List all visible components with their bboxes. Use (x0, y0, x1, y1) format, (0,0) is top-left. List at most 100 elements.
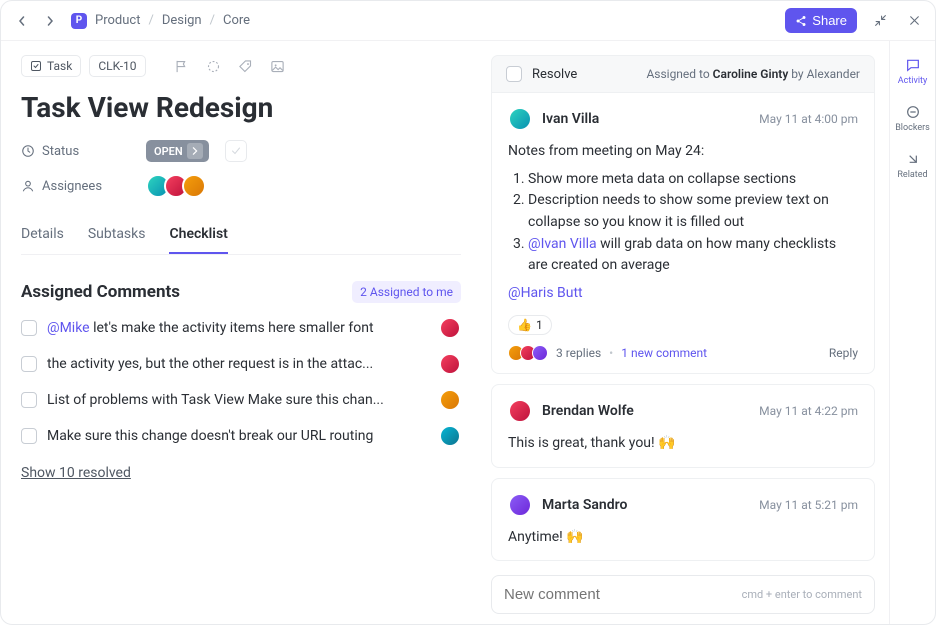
tab-details[interactable]: Details (21, 216, 64, 254)
status-label: Status (21, 144, 136, 159)
activity-panel: Resolve Assigned to Caroline Ginty by Al… (481, 41, 889, 624)
assigned-comments-header: Assigned Comments 2 Assigned to me (21, 281, 461, 303)
comment-time: May 11 at 5:21 pm (759, 498, 858, 512)
comment-body: Anytime! 🙌 (508, 527, 858, 549)
comment-composer[interactable]: cmd + enter to comment (491, 575, 875, 614)
task-type-pill[interactable]: Task (21, 55, 81, 77)
assigned-comment-text: Make sure this change doesn't break our … (47, 428, 435, 444)
avatar[interactable] (508, 107, 532, 131)
minimize-icon[interactable] (869, 10, 891, 32)
comment-author: Brendan Wolfe (542, 403, 634, 419)
checkbox[interactable] (21, 356, 37, 372)
nav-forward-button[interactable] (39, 10, 61, 32)
checkbox[interactable] (21, 428, 37, 444)
status-field: Status OPEN (21, 140, 461, 162)
assigned-comment-row[interactable]: Make sure this change doesn't break our … (21, 425, 461, 447)
assignees-field: Assignees (21, 174, 461, 198)
assigned-comments-title: Assigned Comments (21, 282, 180, 302)
show-resolved-link[interactable]: Show 10 resolved (21, 465, 131, 481)
breadcrumb[interactable]: P Product / Design / Core (71, 13, 250, 29)
related-icon (905, 151, 921, 167)
assigned-comment-text: the activity yes, but the other request … (47, 356, 435, 372)
tab-checklist[interactable]: Checklist (169, 216, 227, 254)
task-title[interactable]: Task View Redesign (21, 91, 461, 124)
avatar[interactable] (439, 389, 461, 411)
flag-icon[interactable] (172, 56, 192, 76)
image-icon[interactable] (268, 56, 288, 76)
comment-time: May 11 at 4:22 pm (759, 404, 858, 418)
avatar[interactable] (182, 174, 206, 198)
tab-subtasks[interactable]: Subtasks (88, 216, 146, 254)
comment-author: Marta Sandro (542, 497, 627, 513)
share-button[interactable]: Share (785, 8, 857, 33)
rail-blockers[interactable]: Blockers (890, 98, 935, 139)
reaction-chip[interactable]: 👍1 (508, 315, 552, 335)
space-icon: P (71, 13, 87, 29)
assigned-comment-text: @Mike let's make the activity items here… (47, 320, 435, 336)
comment-time: May 11 at 4:00 pm (759, 112, 858, 126)
nav-back-button[interactable] (11, 10, 33, 32)
comment-card: Ivan Villa May 11 at 4:00 pm Notes from … (491, 93, 875, 374)
status-icon (21, 144, 35, 158)
replies-bar: 3 replies • 1 new comment Reply (508, 345, 858, 361)
reply-button[interactable]: Reply (829, 346, 858, 360)
breadcrumb-sep: / (210, 13, 215, 28)
reply-avatars[interactable] (508, 345, 548, 361)
rail-label: Activity (898, 76, 927, 86)
assigned-comment-row[interactable]: List of problems with Task View Make sur… (21, 389, 461, 411)
avatar[interactable] (439, 353, 461, 375)
checkbox[interactable] (21, 320, 37, 336)
assigned-to-text: Assigned to Caroline Ginty by Alexander (646, 67, 860, 81)
right-rail: Activity Blockers Related (889, 41, 935, 624)
comment-card: Marta Sandro May 11 at 5:21 pm Anytime! … (491, 478, 875, 562)
comment-body: This is great, thank you! 🙌 (508, 433, 858, 455)
composer-hint: cmd + enter to comment (742, 588, 862, 601)
avatar[interactable] (439, 317, 461, 339)
rail-label: Blockers (895, 123, 930, 133)
task-main: Task CLK-10 Task View Redesign Status OP… (1, 41, 481, 624)
breadcrumb-item[interactable]: Design (162, 13, 202, 28)
task-id-pill[interactable]: CLK-10 (89, 55, 145, 77)
assigned-comment-row[interactable]: the activity yes, but the other request … (21, 353, 461, 375)
checkbox[interactable] (21, 392, 37, 408)
task-type-label: Task (47, 59, 72, 73)
breadcrumb-sep: / (148, 13, 153, 28)
top-bar: P Product / Design / Core Share (1, 1, 935, 41)
complete-toggle[interactable] (225, 140, 247, 162)
status-next-icon[interactable] (187, 143, 203, 159)
tag-icon[interactable] (236, 56, 256, 76)
task-toolbar: Task CLK-10 (21, 55, 461, 77)
sprint-icon[interactable] (204, 56, 224, 76)
task-icon (30, 60, 42, 72)
chat-icon (905, 57, 921, 73)
assigned-comment-row[interactable]: @Mike let's make the activity items here… (21, 317, 461, 339)
assignees-label: Assignees (21, 179, 136, 194)
resolve-checkbox[interactable] (506, 66, 522, 82)
tabs: Details Subtasks Checklist (21, 216, 461, 255)
status-chip[interactable]: OPEN (146, 140, 209, 162)
user-icon (21, 179, 35, 193)
comment-author: Ivan Villa (542, 111, 599, 127)
share-label: Share (812, 13, 847, 28)
avatar[interactable] (508, 399, 532, 423)
rail-label: Related (897, 170, 927, 180)
breadcrumb-item[interactable]: Core (223, 13, 250, 28)
avatar[interactable] (439, 425, 461, 447)
reply-count[interactable]: 3 replies (556, 346, 601, 360)
resolve-label: Resolve (532, 67, 577, 82)
assigned-comment-text: List of problems with Task View Make sur… (47, 392, 435, 408)
comment-card: Brendan Wolfe May 11 at 4:22 pm This is … (491, 384, 875, 468)
breadcrumb-item[interactable]: Product (95, 13, 140, 28)
blocker-icon (905, 104, 921, 120)
close-icon[interactable] (903, 10, 925, 32)
rail-related[interactable]: Related (890, 145, 935, 186)
assigned-count-badge[interactable]: 2 Assigned to me (352, 281, 461, 303)
task-id-label: CLK-10 (98, 59, 136, 73)
share-icon (795, 15, 807, 27)
resolve-bar: Resolve Assigned to Caroline Ginty by Al… (491, 55, 875, 93)
assignee-avatars[interactable] (146, 174, 206, 198)
new-comment-indicator[interactable]: 1 new comment (621, 346, 707, 360)
rail-activity[interactable]: Activity (890, 51, 935, 92)
avatar[interactable] (508, 493, 532, 517)
composer-input[interactable] (504, 586, 719, 603)
